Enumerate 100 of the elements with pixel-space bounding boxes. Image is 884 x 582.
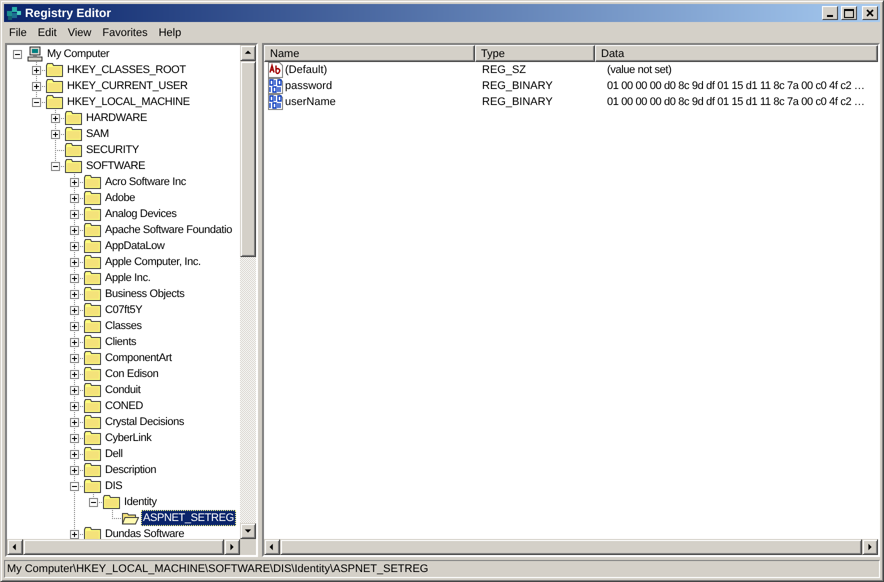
menu-item[interactable]: Favorites xyxy=(97,26,154,38)
folder-icon xyxy=(84,319,101,333)
expand-toggle[interactable] xyxy=(32,66,41,74)
status-bar: My Computer\HKEY_LOCAL_MACHINE\SOFTWARE\DIS\Identity\ASPNET_SETREG xyxy=(4,560,880,578)
tree-item[interactable]: Apple Inc. xyxy=(103,270,152,286)
expand-toggle[interactable] xyxy=(70,306,79,314)
tree-item[interactable]: Apache Software Foundatio xyxy=(103,222,234,238)
tree-item[interactable]: HKEY_CURRENT_USER xyxy=(65,78,190,94)
folder-icon xyxy=(84,399,101,413)
value-data: 01 00 00 00 d0 8c 9d df 01 15 d1 11 8c 7a 00 c0 4f c2 … xyxy=(606,80,865,92)
expand-toggle[interactable] xyxy=(70,466,79,474)
expand-toggle[interactable] xyxy=(70,226,79,234)
tree-item[interactable]: Acro Software Inc xyxy=(103,174,188,190)
menu-item[interactable]: File xyxy=(4,26,33,38)
expand-toggle[interactable] xyxy=(51,114,60,122)
menu-item[interactable]: Edit xyxy=(32,26,63,38)
tree-item[interactable]: Conduit xyxy=(103,382,142,398)
value-name[interactable]: password xyxy=(285,80,477,92)
scroll-right-button[interactable] xyxy=(224,539,240,555)
tree-item[interactable]: ComponentArt xyxy=(103,350,174,366)
expand-toggle[interactable] xyxy=(70,354,79,362)
expand-toggle[interactable] xyxy=(70,338,79,346)
tree-item[interactable]: C07ft5Y xyxy=(103,302,144,318)
value-name[interactable]: (Default) xyxy=(285,64,477,76)
folder-icon xyxy=(84,239,101,253)
expand-toggle[interactable] xyxy=(70,418,79,426)
expand-toggle[interactable] xyxy=(70,386,79,394)
collapse-toggle[interactable] xyxy=(89,498,98,506)
folder-icon xyxy=(65,159,82,173)
menu-item[interactable]: Help xyxy=(154,26,188,38)
tree-item[interactable]: Apple Computer, Inc. xyxy=(103,254,203,270)
tree-item[interactable]: Business Objects xyxy=(103,286,186,302)
scroll-up-button[interactable] xyxy=(240,45,256,61)
value-data: 01 00 00 00 d0 8c 9d df 01 15 d1 11 8c 7a 00 c0 4f c2 … xyxy=(606,96,865,108)
tree-item[interactable]: Dell xyxy=(103,446,125,462)
tree-item[interactable]: HARDWARE xyxy=(84,110,149,126)
expand-toggle[interactable] xyxy=(32,82,41,90)
expand-toggle[interactable] xyxy=(70,450,79,458)
scroll-down-button[interactable] xyxy=(240,523,256,539)
value-type: REG_BINARY xyxy=(481,96,554,108)
tree-item[interactable]: Description xyxy=(103,462,158,478)
expand-toggle[interactable] xyxy=(70,210,79,218)
scroll-thumb[interactable] xyxy=(240,61,256,257)
collapse-toggle[interactable] xyxy=(32,98,41,106)
expand-toggle[interactable] xyxy=(70,370,79,378)
tree-item[interactable]: AppDataLow xyxy=(103,238,166,254)
tree-item[interactable]: HKEY_LOCAL_MACHINE xyxy=(65,94,192,110)
folder-icon xyxy=(84,255,101,269)
string-value-icon xyxy=(268,62,284,78)
value-type: REG_BINARY xyxy=(481,80,554,92)
scroll-left-button[interactable] xyxy=(7,539,23,555)
tree-item[interactable]: Identity xyxy=(122,494,159,510)
expand-toggle[interactable] xyxy=(70,178,79,186)
collapse-toggle[interactable] xyxy=(13,50,22,58)
expand-toggle[interactable] xyxy=(51,130,60,138)
tree-item[interactable]: Adobe xyxy=(103,190,138,206)
tree-item[interactable]: ASPNET_SETREG xyxy=(141,510,236,526)
right-arrow-icon xyxy=(866,543,874,551)
expand-toggle[interactable] xyxy=(70,402,79,410)
tree-item[interactable]: Crystal Decisions xyxy=(103,414,186,430)
collapse-toggle[interactable] xyxy=(51,162,60,170)
folder-icon xyxy=(46,95,63,109)
close-button[interactable] xyxy=(862,6,878,20)
tree-item[interactable]: DIS xyxy=(103,478,124,494)
expand-toggle[interactable] xyxy=(70,258,79,266)
tree-item[interactable]: Con Edison xyxy=(103,366,160,382)
expand-toggle[interactable] xyxy=(70,290,79,298)
expand-toggle[interactable] xyxy=(70,242,79,250)
collapse-toggle[interactable] xyxy=(70,482,79,490)
vertical-scrollbar[interactable] xyxy=(240,45,256,539)
tree-item[interactable]: CyberLink xyxy=(103,430,154,446)
open-folder-icon xyxy=(122,511,139,525)
expand-toggle[interactable] xyxy=(70,274,79,282)
tree-item[interactable]: SAM xyxy=(84,126,111,142)
tree-item[interactable]: Classes xyxy=(103,318,144,334)
menu-item[interactable]: View xyxy=(62,26,98,38)
column-header[interactable]: Type xyxy=(475,45,595,62)
folder-icon xyxy=(84,415,101,429)
column-header[interactable]: Name xyxy=(264,45,475,62)
down-arrow-icon xyxy=(244,527,252,535)
scroll-right-button[interactable] xyxy=(862,539,878,555)
tree-item[interactable]: CONED xyxy=(103,398,145,414)
folder-icon xyxy=(84,527,101,539)
maximize-icon xyxy=(844,8,854,18)
value-name[interactable]: userName xyxy=(285,96,477,108)
tree-item[interactable]: Clients xyxy=(103,334,138,350)
tree-item[interactable]: SOFTWARE xyxy=(84,158,148,174)
tree-item[interactable]: Dundas Software xyxy=(103,526,186,539)
scroll-left-button[interactable] xyxy=(264,539,280,555)
tree-item[interactable]: HKEY_CLASSES_ROOT xyxy=(65,62,188,78)
tree-item[interactable]: My Computer xyxy=(45,46,112,62)
tree-item[interactable]: Analog Devices xyxy=(103,206,179,222)
tree-item[interactable]: SECURITY xyxy=(84,142,141,158)
minimize-button[interactable] xyxy=(822,6,838,20)
expand-toggle[interactable] xyxy=(70,194,79,202)
expand-toggle[interactable] xyxy=(70,434,79,442)
column-header[interactable]: Data xyxy=(595,45,878,62)
expand-toggle[interactable] xyxy=(70,530,79,538)
maximize-button[interactable] xyxy=(841,6,857,20)
expand-toggle[interactable] xyxy=(70,322,79,330)
